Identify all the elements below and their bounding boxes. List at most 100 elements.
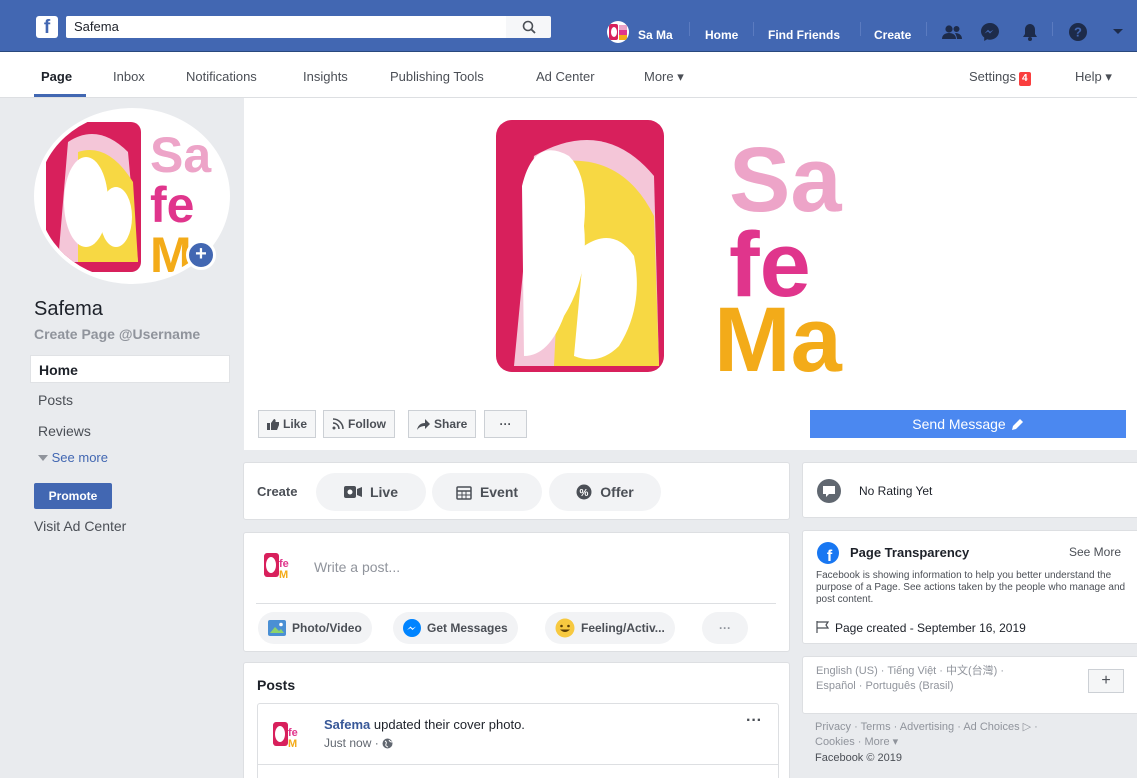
post-menu-button[interactable]: ··· <box>746 712 762 730</box>
page-created-text: Page created - September 16, 2019 <box>835 621 1026 635</box>
tab-page[interactable]: Page <box>41 69 72 84</box>
globe-icon <box>382 738 393 748</box>
safema-cover-logo-icon: Sa fe Ma <box>496 120 843 376</box>
tab-publishing-tools[interactable]: Publishing Tools <box>390 69 484 84</box>
copyright-text: Facebook © 2019 <box>815 752 902 764</box>
left-nav-reviews[interactable]: Reviews <box>30 417 230 445</box>
promote-button[interactable]: Promote <box>34 483 112 509</box>
offer-percent-icon: % <box>576 484 592 500</box>
profile-link[interactable]: Sa Ma <box>638 28 673 42</box>
create-link[interactable]: Create <box>874 28 911 42</box>
review-bubble-icon <box>817 479 841 503</box>
messenger-icon[interactable] <box>978 22 1002 42</box>
facebook-logo-icon[interactable]: f <box>36 16 58 38</box>
help-icon[interactable]: ? <box>1066 22 1090 42</box>
share-button[interactable]: Share <box>408 410 477 438</box>
get-messages-button[interactable]: Get Messages <box>393 612 518 644</box>
post-card: fe M Safema updated their cover photo. Ju… <box>257 703 779 778</box>
notifications-bell-icon[interactable] <box>1018 22 1042 42</box>
see-more-link[interactable]: See more <box>38 450 108 465</box>
create-live-button[interactable]: Live <box>316 473 426 511</box>
language-links-line1[interactable]: English (US) · Tiếng Việt · 中文(台灣) · <box>816 665 1004 678</box>
create-label: Create <box>257 484 298 499</box>
settings-badge: 4 <box>1018 72 1031 86</box>
share-label: Share <box>434 417 468 431</box>
feeling-label: Feeling/Activ... <box>581 621 665 635</box>
cover-photo[interactable]: Sa fe Ma <box>244 98 1137 450</box>
triangle-down-icon <box>38 455 48 461</box>
facebook-circle-icon: f <box>817 542 839 564</box>
footer-links-line1[interactable]: Privacy · Terms · Advertising · Ad Choic… <box>815 721 1038 734</box>
svg-text:%: % <box>580 488 589 499</box>
write-post-input[interactable]: Write a post... <box>314 559 400 575</box>
create-bar: Create Live Event % Offer <box>243 462 790 520</box>
offer-label: Offer <box>600 484 634 500</box>
calendar-event-icon <box>456 485 472 500</box>
search-input[interactable]: Safema <box>66 16 506 38</box>
settings-label: Settings <box>969 69 1016 84</box>
post-composer: fe M Write a post... Photo/Video Get Mess… <box>243 532 790 652</box>
feeling-activity-button[interactable]: Feeling/Activ... <box>545 612 675 644</box>
create-event-button[interactable]: Event <box>432 473 542 511</box>
page-tab-bar: Page Inbox Notifications Insights Publis… <box>0 52 1137 98</box>
more-actions-button[interactable]: ··· <box>484 410 527 438</box>
page-name[interactable]: Safema <box>34 298 103 321</box>
settings-link[interactable]: Settings 4 <box>969 69 1031 86</box>
user-avatar[interactable] <box>607 21 629 43</box>
add-language-button[interactable]: + <box>1088 669 1124 693</box>
smiley-icon <box>555 618 575 638</box>
post-author-avatar[interactable]: fe M <box>270 716 306 752</box>
create-offer-button[interactable]: % Offer <box>549 473 661 511</box>
friend-requests-icon[interactable] <box>940 22 964 42</box>
photo-video-button[interactable]: Photo/Video <box>258 612 372 644</box>
tab-insights[interactable]: Insights <box>303 69 348 84</box>
get-messages-label: Get Messages <box>427 621 508 635</box>
messenger-icon <box>403 619 421 637</box>
live-label: Live <box>369 484 398 500</box>
flag-icon <box>816 621 830 633</box>
search-button[interactable] <box>506 16 551 38</box>
photo-video-label: Photo/Video <box>292 621 362 635</box>
pencil-icon <box>1011 419 1023 430</box>
update-profile-picture-button[interactable]: + <box>186 240 216 270</box>
composer-more-button[interactable]: ··· <box>702 612 748 644</box>
top-navigation-bar: f Safema Sa Ma Home Find Friends Create … <box>0 0 1137 52</box>
account-menu-chevron-down-icon[interactable] <box>1106 22 1130 42</box>
posts-section: Posts fe M Safema updated their cover pho… <box>243 662 790 778</box>
post-headline: Safema updated their cover photo. <box>324 717 525 732</box>
live-video-icon <box>343 486 362 498</box>
thumbs-up-icon <box>267 418 279 430</box>
find-friends-link[interactable]: Find Friends <box>768 28 840 42</box>
left-nav-posts[interactable]: Posts <box>30 386 230 414</box>
language-card: English (US) · Tiếng Việt · 中文(台灣) · Esp… <box>802 656 1137 714</box>
transparency-title: Page Transparency <box>850 545 970 560</box>
follow-button[interactable]: Follow <box>323 410 395 438</box>
svg-text:Sa: Sa <box>150 127 212 183</box>
visit-ad-center-link[interactable]: Visit Ad Center <box>34 518 126 534</box>
rating-card: No Rating Yet <box>802 462 1137 518</box>
tab-inbox[interactable]: Inbox <box>113 69 145 84</box>
follow-label: Follow <box>348 417 386 431</box>
tab-more[interactable]: More ▾ <box>644 69 684 85</box>
left-nav-home[interactable]: Home <box>30 355 230 383</box>
event-label: Event <box>479 484 519 500</box>
post-time: Just now · <box>324 736 379 750</box>
svg-text:?: ? <box>1074 25 1082 40</box>
help-dropdown[interactable]: Help ▾ <box>1075 69 1112 85</box>
send-message-button[interactable]: Send Message <box>810 410 1126 438</box>
post-author-link[interactable]: Safema <box>324 717 370 732</box>
transparency-description: Facebook is showing information to help … <box>816 570 1126 605</box>
post-timestamp[interactable]: Just now · <box>324 736 393 750</box>
svg-text:M: M <box>288 738 297 750</box>
rating-text: No Rating Yet <box>859 484 933 498</box>
like-button[interactable]: Like <box>258 410 317 438</box>
post-action-text: updated their cover photo. <box>373 717 525 732</box>
tab-ad-center[interactable]: Ad Center <box>536 69 595 84</box>
transparency-see-more-link[interactable]: See More <box>1069 545 1121 559</box>
svg-text:M: M <box>279 569 288 581</box>
create-username-link[interactable]: Create Page @Username <box>34 326 200 342</box>
footer-links-line2[interactable]: Cookies · More ▾ <box>815 736 898 749</box>
language-links-line2[interactable]: Español · Português (Brasil) <box>816 680 954 693</box>
tab-notifications[interactable]: Notifications <box>186 69 257 84</box>
home-link[interactable]: Home <box>705 28 738 42</box>
